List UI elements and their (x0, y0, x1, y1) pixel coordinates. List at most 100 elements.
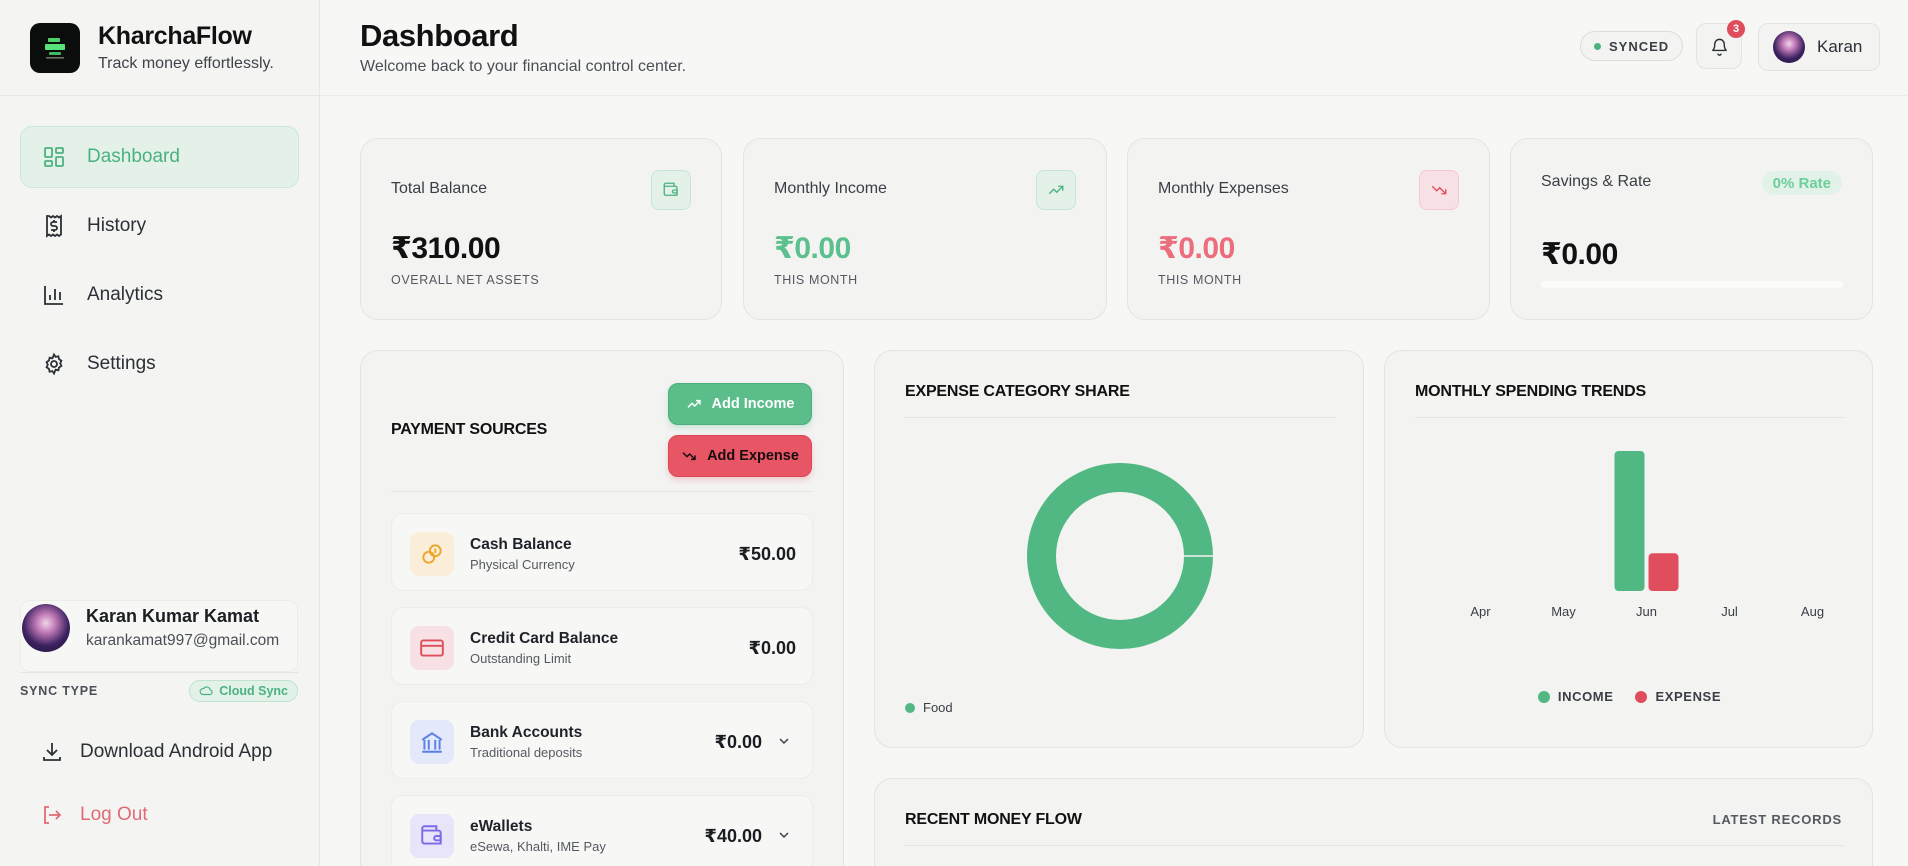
monthly-income-card: Monthly Income ₹0.00 THIS MONTH (743, 138, 1107, 320)
trending-down-icon (682, 452, 696, 461)
source-desc: eSewa, Khalti, IME Pay (470, 839, 606, 854)
sidebar-item-history[interactable]: History (20, 195, 299, 257)
download-icon (40, 740, 66, 764)
stat-sub: THIS MONTH (1158, 273, 1242, 287)
avatar (1773, 31, 1805, 63)
sync-status-label: SYNCED (1609, 38, 1670, 54)
chart-legend: INCOME EXPENSE (1385, 689, 1874, 704)
trending-down-icon (1419, 170, 1459, 210)
sync-status-badge: SYNCED (1580, 31, 1684, 61)
notification-count-badge: 3 (1727, 20, 1745, 38)
add-expense-label: Add Expense (707, 448, 799, 464)
legend-label: EXPENSE (1655, 689, 1722, 704)
legend-item-expense: EXPENSE (1635, 689, 1721, 704)
bar-chart-icon (41, 282, 67, 308)
stat-value: ₹0.00 (1541, 238, 1618, 271)
payment-source-credit-card[interactable]: Credit Card Balance Outstanding Limit ₹0… (391, 607, 813, 685)
profile-menu-button[interactable]: Karan (1758, 23, 1880, 71)
sidebar-nav: Dashboard History Analytics Settings (0, 96, 319, 395)
source-amount: ₹0.00 (714, 732, 762, 752)
x-tick-label: Aug (1801, 604, 1824, 619)
header: Dashboard Welcome back to your financial… (320, 0, 1908, 96)
payment-source-ewallets[interactable]: eWallets eSewa, Khalti, IME Pay ₹40.00 (391, 795, 813, 866)
savings-rate-badge: 0% Rate (1761, 171, 1842, 195)
avatar (22, 604, 70, 652)
receipt-icon (41, 213, 67, 239)
divider (1415, 417, 1845, 418)
chevron-down-icon[interactable] (776, 733, 792, 749)
sidebar-item-settings[interactable]: Settings (20, 333, 299, 395)
x-tick-label: Jun (1636, 604, 1657, 619)
profile-name: Karan (1817, 37, 1863, 56)
source-name: Credit Card Balance (470, 630, 619, 647)
stat-value: ₹310.00 (391, 232, 501, 265)
payment-source-bank-accounts[interactable]: Bank Accounts Traditional deposits ₹0.00 (391, 701, 813, 779)
logout-icon (40, 803, 66, 827)
source-desc: Traditional deposits (470, 745, 583, 760)
total-balance-card: Total Balance ₹310.00 OVERALL NET ASSETS (360, 138, 722, 320)
savings-rate-card: Savings & Rate 0% Rate ₹0.00 (1510, 138, 1873, 320)
legend-dot-icon (905, 702, 915, 713)
add-income-button[interactable]: Add Income (668, 383, 812, 425)
source-desc: Outstanding Limit (470, 651, 572, 666)
gear-icon (41, 351, 67, 377)
notifications-button[interactable]: 3 (1696, 20, 1745, 69)
bell-icon (1711, 38, 1727, 56)
app-logo (30, 22, 80, 73)
payment-source-cash[interactable]: Cash Balance Physical Currency ₹50.00 (391, 513, 813, 591)
x-tick-label: Jul (1721, 604, 1738, 619)
chevron-down-icon[interactable] (776, 827, 792, 843)
legend-dot-icon (1537, 690, 1550, 703)
stat-value: ₹0.00 (774, 232, 851, 265)
stat-label: Total Balance (391, 180, 488, 197)
divider (391, 491, 813, 492)
source-name: Cash Balance (470, 536, 572, 553)
page-title: Dashboard (360, 18, 519, 53)
bar-income-jun (1614, 451, 1645, 591)
bar-expense-jun (1648, 553, 1679, 591)
source-name: Bank Accounts (470, 724, 583, 741)
brand-tagline: Track money effortlessly. (98, 55, 274, 72)
bank-icon (410, 720, 454, 764)
source-amount: ₹40.00 (704, 826, 762, 846)
sidebar: KharchaFlow Track money effortlessly. Da… (0, 0, 320, 866)
download-android-app-button[interactable]: Download Android App (40, 740, 272, 764)
trending-up-icon (686, 399, 701, 408)
sync-type-label: SYNC TYPE (20, 683, 99, 698)
sidebar-item-label: Analytics (87, 284, 164, 305)
legend-label: Food (923, 700, 953, 715)
sidebar-item-label: Dashboard (87, 146, 180, 167)
divider (905, 845, 1844, 846)
user-name: Karan Kumar Kamat (86, 606, 260, 626)
logout-button[interactable]: Log Out (40, 803, 148, 827)
stat-label: Monthly Expenses (1158, 180, 1289, 197)
x-tick-label: May (1551, 604, 1576, 619)
sync-type-value: Cloud Sync (219, 683, 288, 698)
monthly-expenses-card: Monthly Expenses ₹0.00 THIS MONTH (1127, 138, 1490, 320)
wallet-icon (651, 170, 691, 210)
section-title: RECENT MONEY FLOW (905, 811, 1082, 828)
user-email: karankamat997@gmail.com (86, 632, 280, 649)
section-title: PAYMENT SOURCES (391, 421, 548, 438)
sidebar-item-dashboard[interactable]: Dashboard (20, 126, 299, 188)
sync-type-badge: Cloud Sync (189, 679, 298, 702)
latest-records-link[interactable]: LATEST RECORDS (1713, 812, 1842, 827)
x-tick-label: Apr (1470, 604, 1491, 619)
stat-value: ₹0.00 (1158, 232, 1235, 265)
expense-share-card: EXPENSE CATEGORY SHARE Food (874, 350, 1364, 748)
download-label: Download Android App (80, 741, 273, 762)
sidebar-item-analytics[interactable]: Analytics (20, 264, 299, 326)
stat-sub: THIS MONTH (774, 273, 858, 287)
legend-dot-icon (1635, 690, 1648, 703)
status-dot-icon (1594, 42, 1601, 50)
credit-card-icon (410, 626, 454, 670)
cloud-icon (199, 685, 213, 695)
payment-sources-panel: PAYMENT SOURCES Add Income Add Expense C… (360, 350, 844, 866)
stat-sub: OVERALL NET ASSETS (391, 273, 540, 287)
add-income-label: Add Income (711, 396, 795, 412)
stat-label: Savings & Rate (1541, 173, 1652, 190)
brand-name: KharchaFlow (98, 22, 252, 50)
section-title: MONTHLY SPENDING TRENDS (1415, 383, 1646, 400)
add-expense-button[interactable]: Add Expense (668, 435, 812, 477)
source-amount: ₹50.00 (738, 544, 796, 564)
